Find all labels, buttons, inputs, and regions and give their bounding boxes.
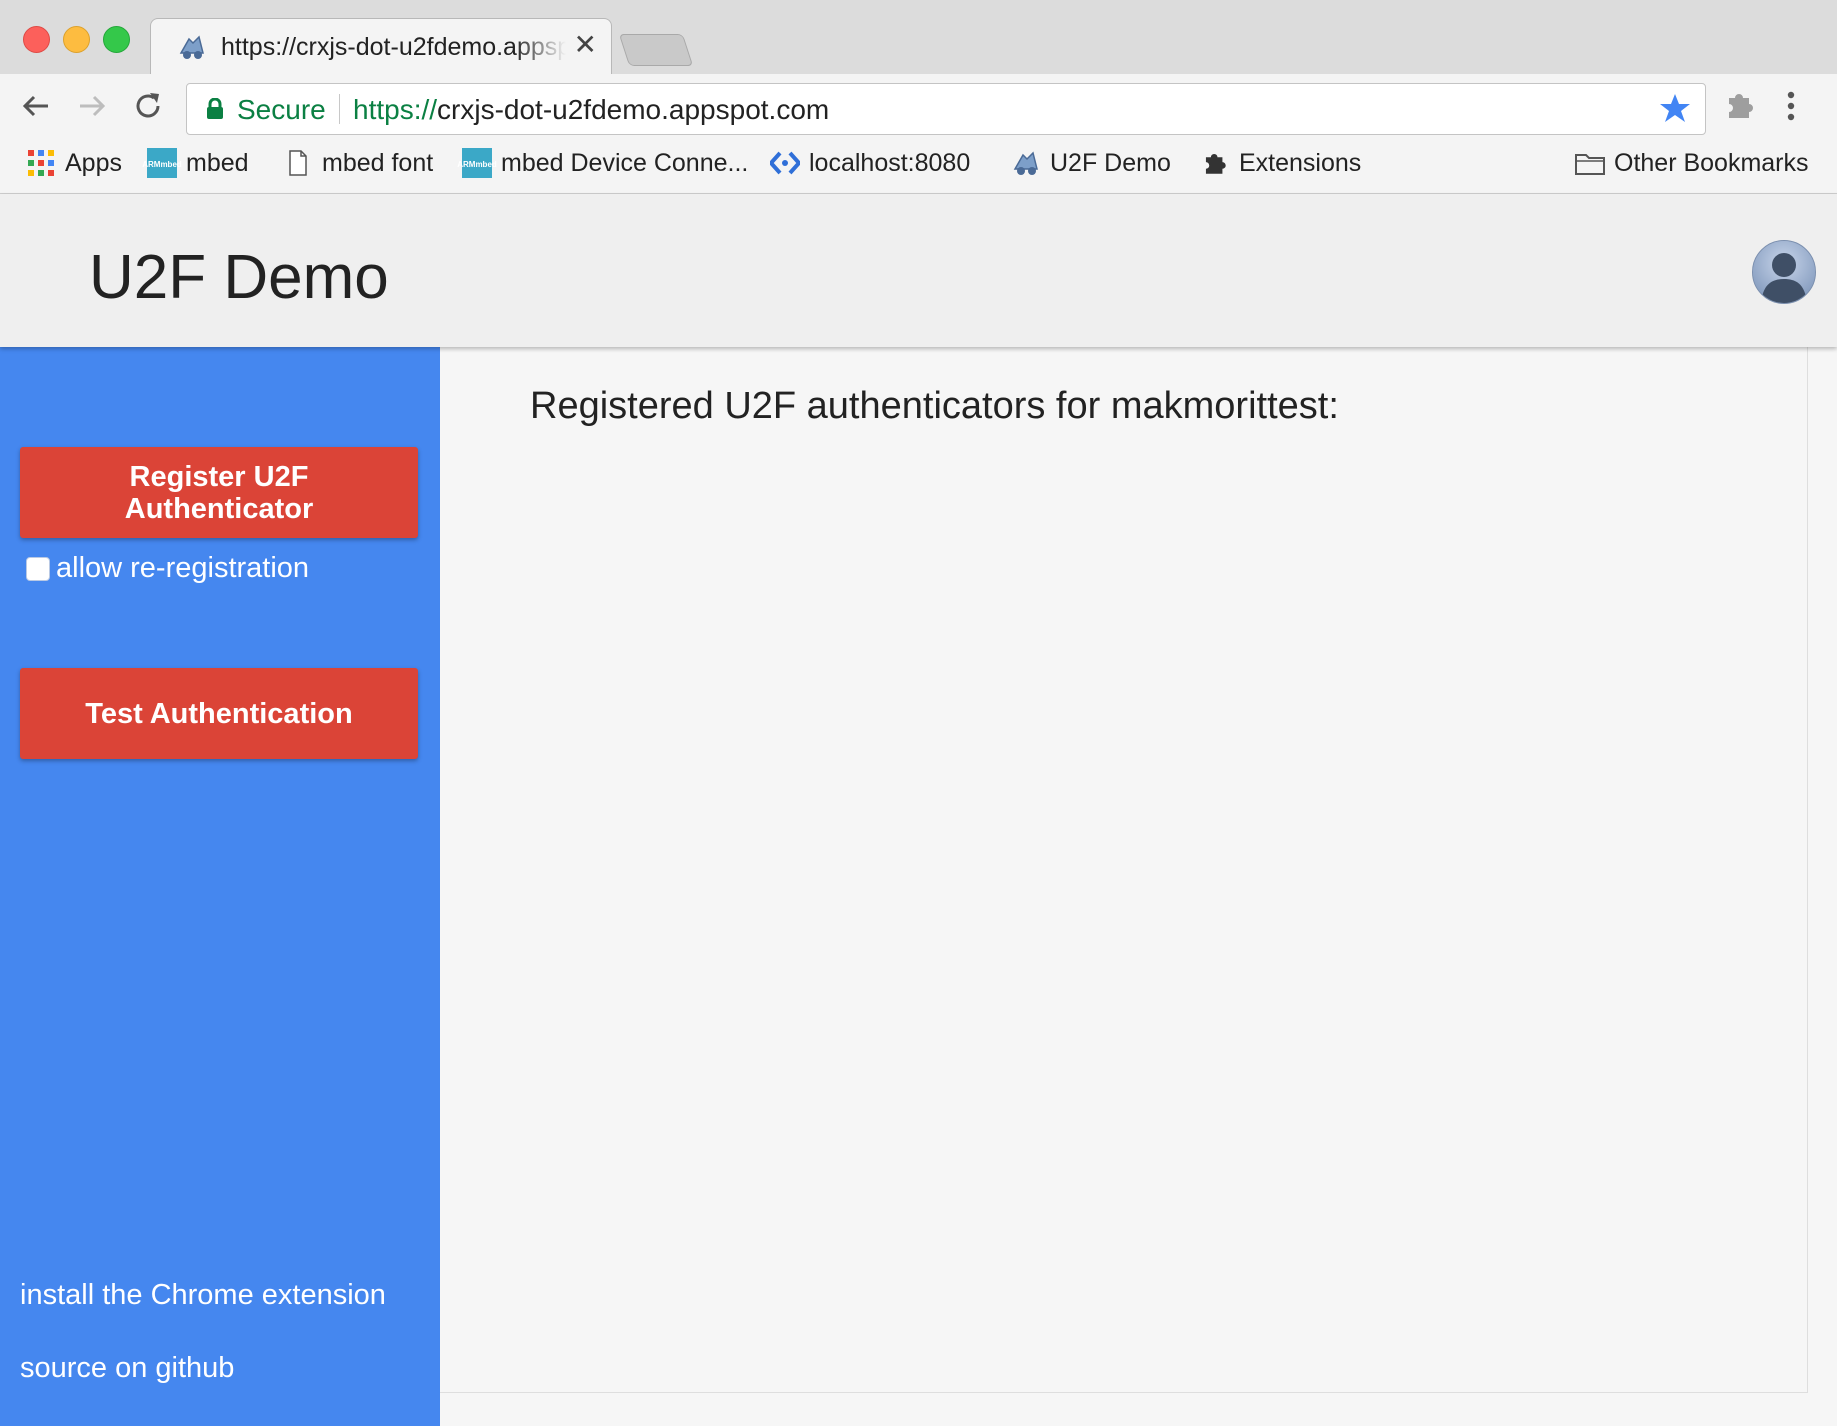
bookmark-label: Apps [65, 148, 122, 177]
checkbox-box[interactable] [26, 556, 50, 581]
window-close-button[interactable] [23, 26, 50, 53]
bookmark-mbed-font[interactable]: mbed font [283, 148, 433, 178]
user-silhouette-icon [1753, 241, 1815, 303]
arm-icon-text: ARM [457, 160, 476, 169]
browser-window: https://crxjs-dot-u2fdemo.appspot.com ✕ … [0, 0, 1837, 1426]
bookmark-label: mbed [186, 148, 249, 177]
address-bar[interactable]: Secure https://crxjs-dot-u2fdemo.appspot… [186, 83, 1706, 135]
bookmark-label: mbed font [322, 148, 434, 177]
app-header: U2F Demo [0, 194, 1837, 347]
arm-mbed-icon: ARM mbed [457, 148, 497, 178]
reload-button[interactable] [128, 86, 168, 126]
arrow-right-icon [80, 95, 106, 117]
mbed-icon-text: mbed [475, 160, 497, 169]
browser-toolbar: Secure https://crxjs-dot-u2fdemo.appspot… [0, 74, 1837, 140]
forward-button[interactable] [72, 86, 112, 126]
bookmark-star-icon[interactable] [1659, 92, 1691, 129]
puzzle-icon [1200, 148, 1230, 178]
apps-grid-icon [26, 148, 56, 178]
kebab-menu-icon[interactable] [1786, 90, 1796, 127]
url-scheme: https:// [353, 94, 438, 125]
new-tab-button[interactable] [618, 34, 694, 66]
u2f-favicon-icon [1011, 148, 1041, 178]
url-text: https://crxjs-dot-u2fdemo.appspot.com [353, 94, 829, 126]
tab-strip: https://crxjs-dot-u2fdemo.appspot.com ✕ [0, 0, 1837, 76]
omnibox-separator [339, 94, 340, 124]
lock-icon [205, 97, 225, 125]
secure-label: Secure [237, 94, 326, 125]
reload-icon [136, 93, 160, 118]
web-page: U2F Demo Register U2F Authenticator allo… [0, 194, 1837, 1426]
bookmark-mbed-device-connector[interactable]: ARM mbed mbed Device Conne... [457, 148, 749, 178]
bookmark-label: Extensions [1239, 148, 1362, 177]
tab-active[interactable]: https://crxjs-dot-u2fdemo.appspot.com ✕ [150, 18, 612, 76]
bookmark-extensions[interactable]: Extensions [1200, 148, 1361, 178]
bookmarks-bar: Apps ARM mbed mbed mbed font ARM mbed mbed… [0, 140, 1837, 194]
main-content: Registered U2F authenticators for makmor… [440, 347, 1808, 1393]
folder-icon [1575, 148, 1605, 178]
u2f-favicon-icon [177, 33, 207, 61]
code-icon [770, 148, 800, 178]
tab-close-icon[interactable]: ✕ [574, 31, 597, 59]
bookmark-label: mbed Device Conne... [501, 148, 749, 177]
bookmark-apps[interactable]: Apps [26, 148, 122, 178]
bookmark-label: Other Bookmarks [1614, 148, 1809, 177]
back-button[interactable] [16, 86, 56, 126]
checkbox-label: allow re-registration [56, 552, 310, 584]
bookmark-label: localhost:8080 [809, 148, 971, 177]
page-icon [283, 148, 313, 178]
bookmark-u2f-demo[interactable]: U2F Demo [1011, 148, 1171, 178]
allow-reregistration-checkbox[interactable]: allow re-registration [26, 552, 309, 585]
bookmark-other-bookmarks[interactable]: Other Bookmarks [1575, 148, 1809, 178]
page-title: U2F Demo [89, 243, 389, 312]
bookmark-localhost[interactable]: localhost:8080 [770, 148, 970, 178]
authenticators-heading: Registered U2F authenticators for makmor… [530, 385, 1339, 427]
url-host: crxjs-dot-u2fdemo.appspot.com [437, 94, 830, 125]
test-authentication-button[interactable]: Test Authentication [20, 668, 418, 759]
extension-puzzle-icon[interactable] [1723, 88, 1757, 127]
arrow-left-icon [22, 95, 48, 117]
window-minimize-button[interactable] [63, 26, 90, 53]
arm-mbed-icon: ARM mbed [142, 148, 182, 178]
tab-title: https://crxjs-dot-u2fdemo.appspot.com [221, 33, 566, 61]
arm-icon-text: ARM [142, 160, 161, 169]
register-u2f-button[interactable]: Register U2F Authenticator [20, 447, 418, 538]
avatar[interactable] [1752, 240, 1816, 304]
window-maximize-button[interactable] [103, 26, 130, 53]
source-github-link[interactable]: source on github [20, 1352, 234, 1385]
install-extension-link[interactable]: install the Chrome extension [20, 1279, 386, 1312]
mbed-icon-text: mbed [160, 160, 182, 169]
bookmark-mbed[interactable]: ARM mbed mbed [142, 148, 249, 178]
bookmark-label: U2F Demo [1050, 148, 1171, 177]
sidebar: Register U2F Authenticator allow re-regi… [0, 347, 440, 1426]
